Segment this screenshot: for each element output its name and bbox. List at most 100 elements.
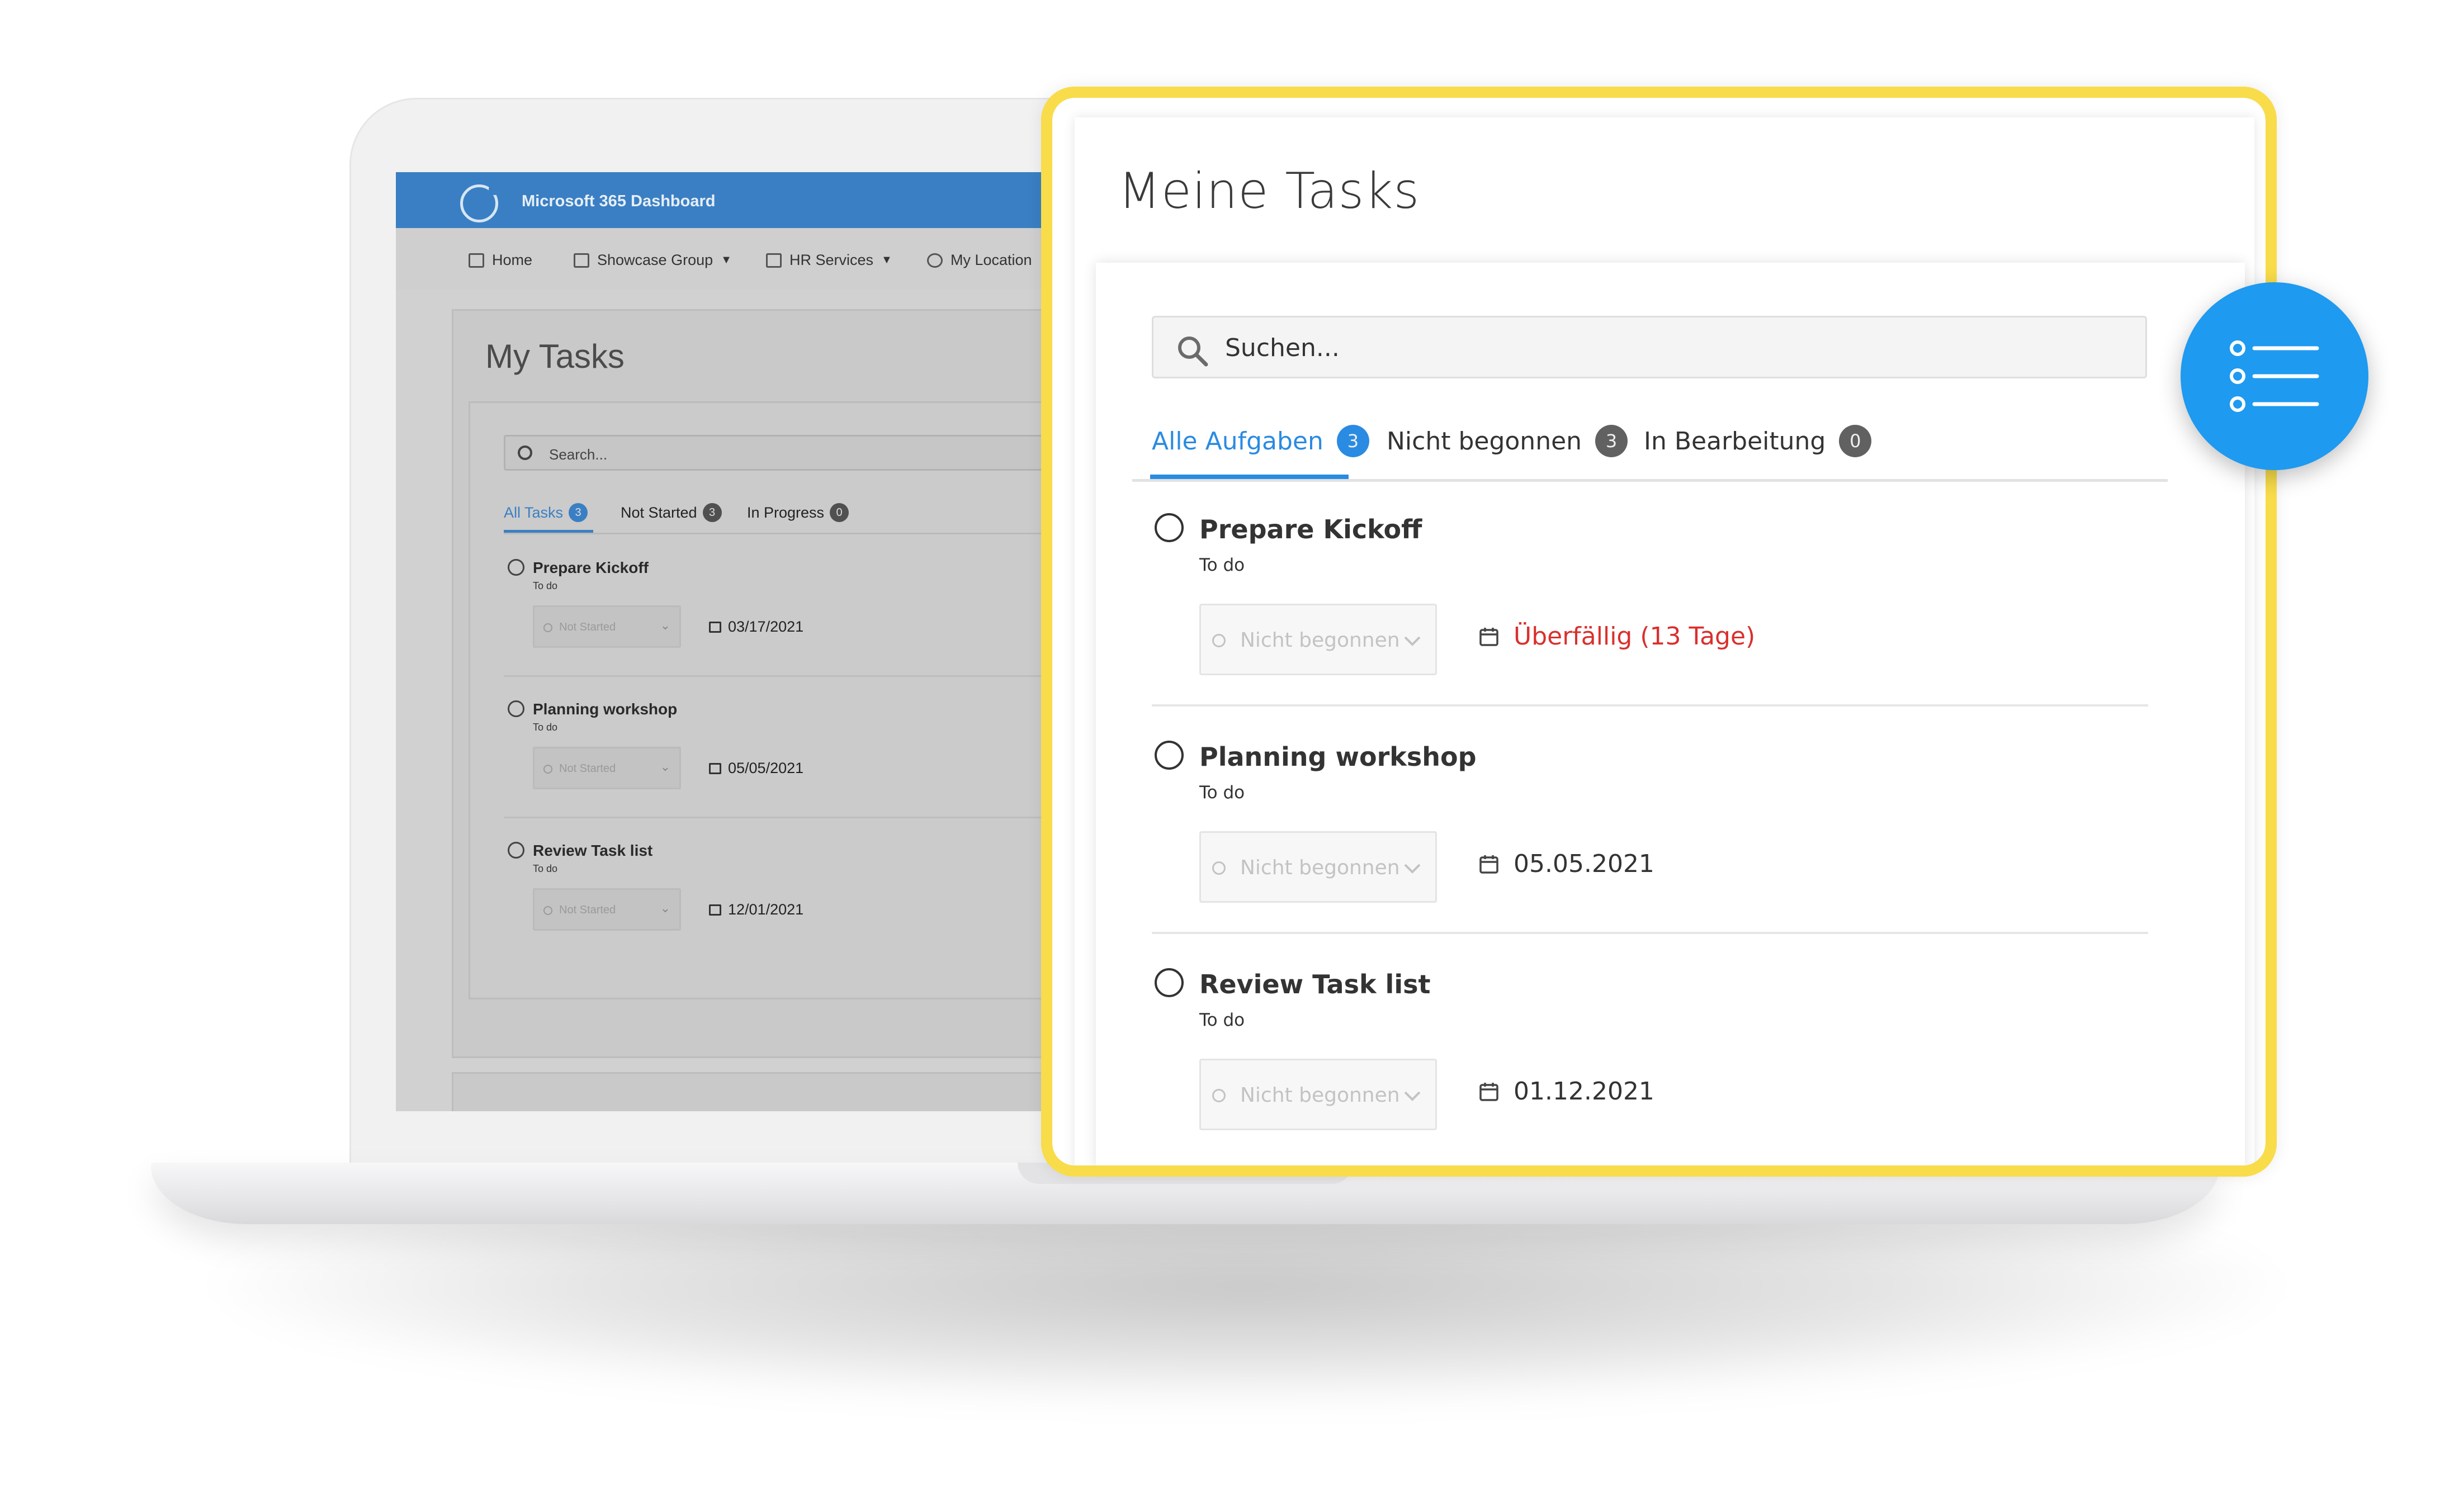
tasks-card (1096, 263, 2245, 1168)
task-divider (504, 675, 1123, 677)
status-circle-icon (1212, 861, 1226, 875)
status-value: Not Started (559, 762, 616, 775)
status-dropdown[interactable]: Nicht begonnen (1199, 1059, 1437, 1130)
task-title[interactable]: Review Task list (1199, 969, 1430, 999)
chevron-down-icon: ⌄ (660, 618, 670, 632)
nav-item-label: Showcase Group (597, 252, 713, 268)
tab-in-bearbeitung[interactable]: In Bearbeitung 0 (1644, 425, 1872, 457)
status-circle-icon (543, 906, 552, 915)
search-input[interactable]: Search... (504, 435, 1123, 471)
search-input[interactable] (1225, 331, 2097, 364)
tab-label: All Tasks (504, 504, 564, 521)
calendar-icon (1479, 627, 1498, 646)
task-complete-radio[interactable] (508, 842, 524, 859)
app-title: Microsoft 365 Dashboard (522, 192, 716, 210)
caret-down-icon: ▼ (881, 254, 892, 266)
globe-icon (927, 253, 943, 268)
task-title[interactable]: Planning workshop (533, 700, 677, 718)
status-dropdown[interactable]: Not Started ⌄ (533, 888, 681, 931)
tab-all-tasks[interactable]: All Tasks 3 (504, 503, 588, 522)
tab-label: Alle Aufgaben (1152, 426, 1323, 456)
count-badge: 3 (569, 503, 588, 522)
task-bucket: To do (533, 863, 558, 874)
tab-label: In Progress (747, 504, 825, 521)
search-icon (1178, 336, 1208, 367)
due-date-text: Überfällig (13 Tage) (1514, 622, 1756, 651)
due-date: 03/17/2021 (709, 618, 803, 636)
tab-label: Nicht begonnen (1387, 426, 1582, 456)
due-date-text: 03/17/2021 (728, 618, 804, 635)
due-date-text: 01.12.2021 (1514, 1077, 1654, 1106)
status-value: Nicht begonnen (1240, 1084, 1400, 1107)
app-topbar: Microsoft 365 Dashboard (396, 172, 1123, 228)
calendar-icon (709, 762, 721, 774)
task-bucket: To do (533, 722, 558, 733)
tab-alle-aufgaben[interactable]: Alle Aufgaben 3 (1152, 425, 1369, 457)
tabs-divider (504, 533, 1123, 534)
folder-icon (766, 253, 782, 268)
tab-in-progress[interactable]: In Progress 0 (747, 503, 849, 522)
task-complete-radio[interactable] (1155, 741, 1184, 770)
app-logo-icon[interactable] (460, 184, 500, 222)
nav-item-hr-services[interactable]: HR Services ▼ (766, 252, 892, 269)
tab-nicht-begonnen[interactable]: Nicht begonnen 3 (1387, 425, 1628, 457)
task-title[interactable]: Planning workshop (1199, 742, 1477, 772)
task-bucket: To do (1199, 1010, 1245, 1030)
status-dropdown[interactable]: Not Started ⌄ (533, 747, 681, 789)
tab-not-started[interactable]: Not Started 3 (621, 503, 722, 522)
task-title[interactable]: Prepare Kickoff (533, 559, 649, 577)
task-complete-radio[interactable] (508, 700, 524, 717)
due-date-text: 05/05/2021 (728, 760, 804, 776)
nav-item-my-location[interactable]: My Location (927, 252, 1032, 269)
status-value: Nicht begonnen (1240, 856, 1400, 879)
chevron-down-icon: ⌄ (660, 901, 670, 915)
chevron-down-icon (1404, 864, 1421, 874)
status-dropdown[interactable]: Nicht begonnen (1199, 831, 1437, 903)
search-placeholder: Search... (549, 446, 608, 463)
task-complete-radio[interactable] (1155, 968, 1184, 997)
active-tab-indicator (1150, 475, 1349, 479)
task-complete-radio[interactable] (1155, 513, 1184, 542)
count-badge: 3 (1336, 425, 1369, 457)
status-circle-icon (543, 623, 552, 632)
caret-down-icon: ▼ (721, 254, 732, 266)
task-bucket: To do (1199, 783, 1245, 803)
chevron-down-icon (1404, 636, 1421, 646)
status-dropdown[interactable]: Nicht begonnen (1199, 604, 1437, 675)
status-dropdown[interactable]: Not Started ⌄ (533, 605, 681, 648)
task-bucket: To do (533, 580, 558, 591)
task-title[interactable]: Review Task list (533, 842, 652, 860)
chevron-down-icon: ⌄ (660, 760, 670, 774)
status-circle-icon (543, 765, 552, 774)
task-complete-radio[interactable] (508, 559, 524, 576)
count-badge: 3 (702, 503, 722, 522)
status-value: Not Started (559, 904, 616, 916)
home-icon (469, 253, 484, 268)
chevron-down-icon (1404, 1091, 1421, 1101)
building-icon (574, 253, 589, 268)
due-date: 01.12.2021 (1479, 1077, 1654, 1106)
calendar-icon (709, 904, 721, 916)
next-webpart (452, 1072, 1123, 1111)
due-date: 05/05/2021 (709, 760, 803, 777)
count-badge: 3 (1595, 425, 1628, 457)
status-value: Not Started (559, 621, 616, 633)
status-circle-icon (1212, 634, 1226, 647)
due-date: 12/01/2021 (709, 901, 803, 918)
nav-item-home[interactable]: Home (469, 252, 532, 269)
task-list-badge (2181, 282, 2368, 470)
calendar-icon (1479, 1082, 1498, 1101)
task-divider (504, 817, 1123, 818)
page-title: My Tasks (485, 338, 625, 375)
count-badge: 0 (1839, 425, 1872, 457)
count-badge: 0 (830, 503, 849, 522)
task-title[interactable]: Prepare Kickoff (1199, 514, 1422, 544)
search-icon (518, 445, 532, 460)
laptop-screen: Microsoft 365 Dashboard Home Showcase Gr… (396, 172, 1123, 1111)
nav-item-label: Home (492, 252, 533, 268)
task-divider (1152, 704, 2148, 707)
status-circle-icon (1212, 1089, 1226, 1102)
due-date-text: 12/01/2021 (728, 901, 804, 918)
status-value: Nicht begonnen (1240, 629, 1400, 652)
nav-item-showcase-group[interactable]: Showcase Group ▼ (574, 252, 732, 269)
